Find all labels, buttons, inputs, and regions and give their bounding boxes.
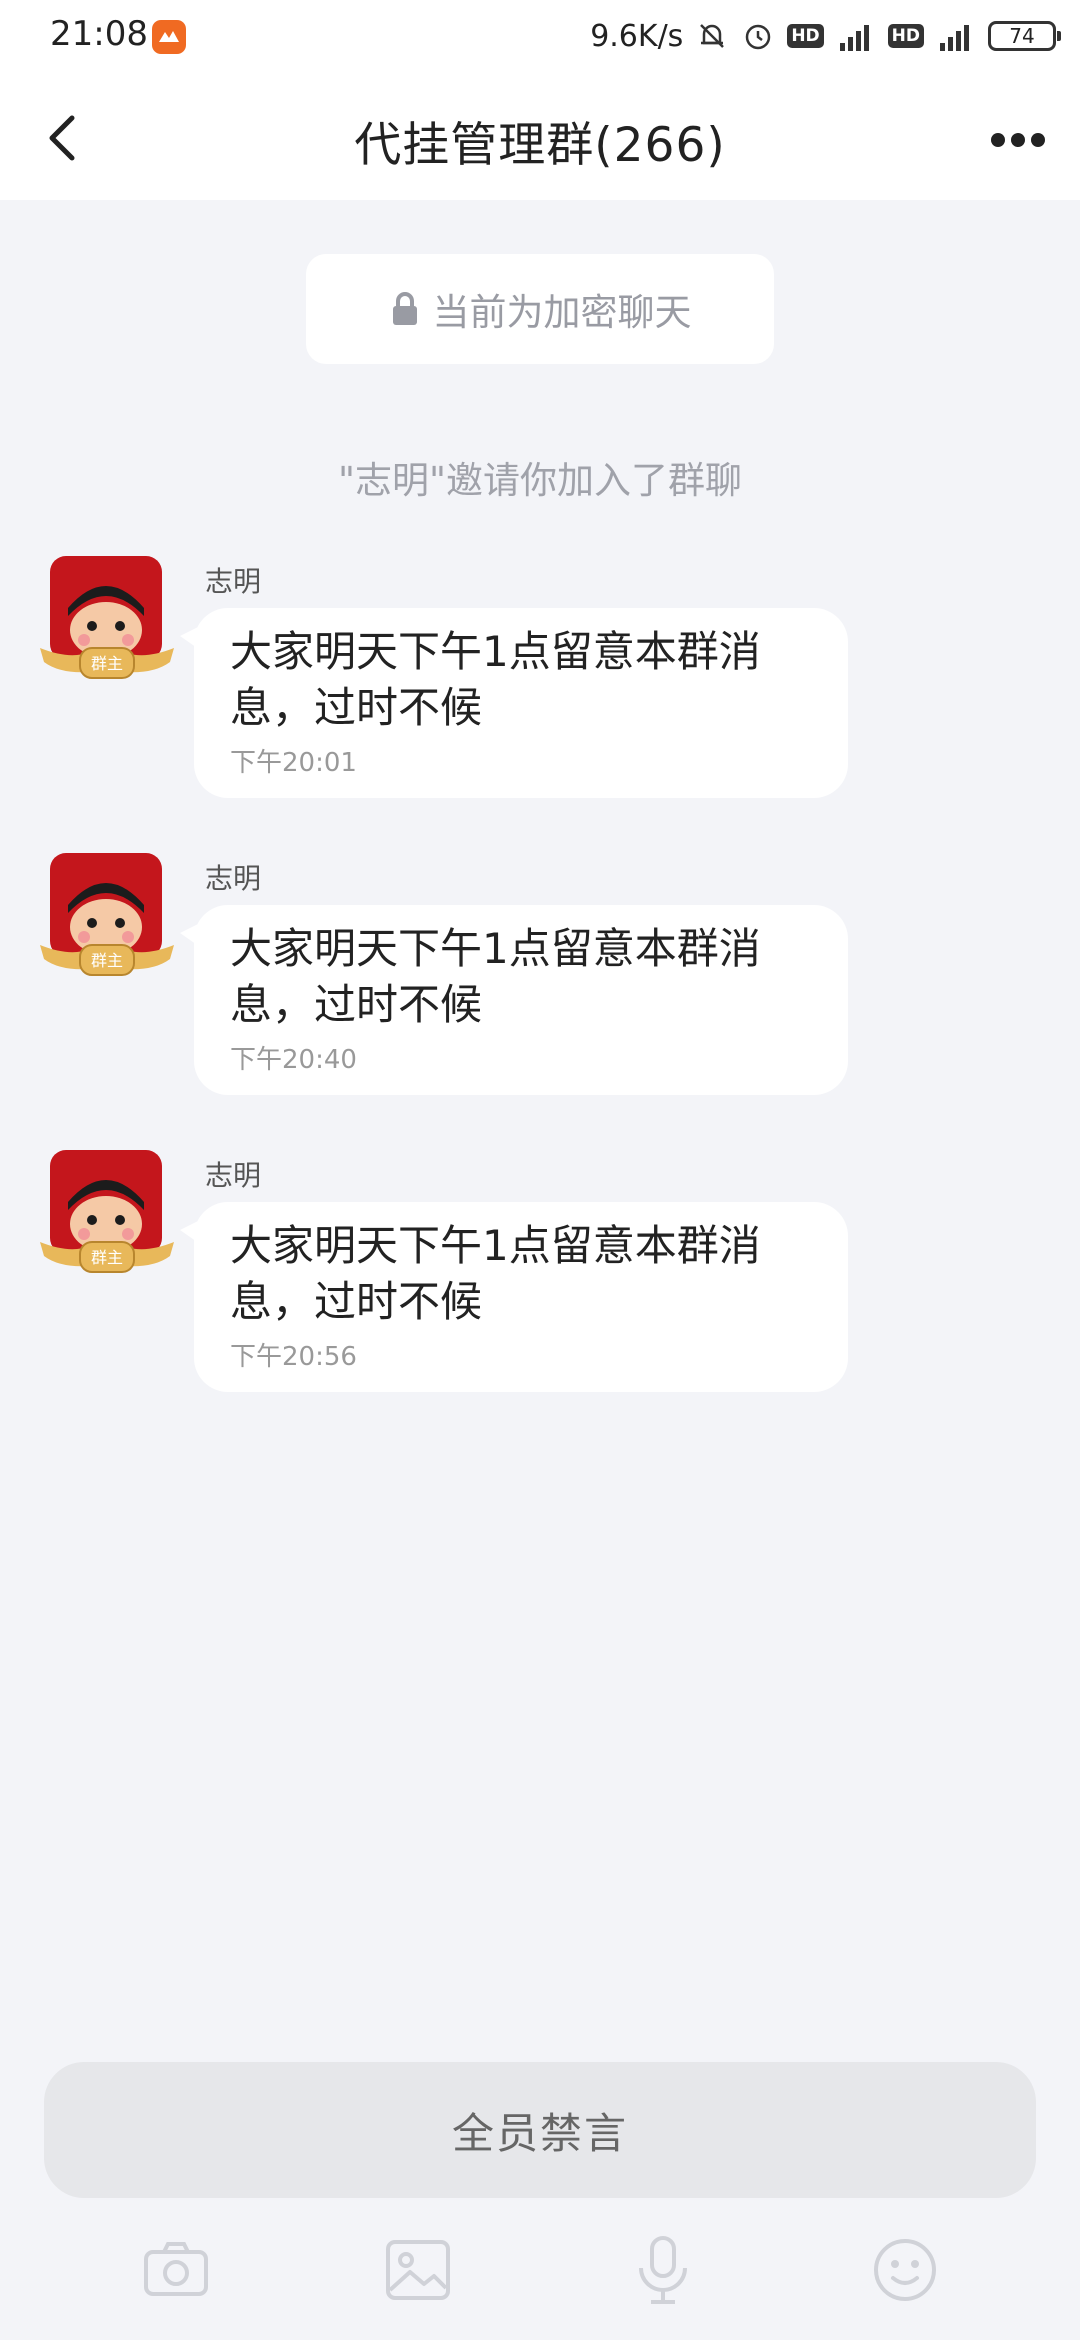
- avatar[interactable]: 群主: [40, 1150, 174, 1280]
- alarm-icon: [741, 19, 775, 53]
- owner-badge-text: 群主: [91, 951, 123, 970]
- voice-button[interactable]: [623, 2230, 703, 2310]
- message-time: 下午20:01: [230, 748, 357, 778]
- sender-name: 志明: [205, 1159, 262, 1192]
- hd-icon: HD: [787, 24, 824, 48]
- more-button[interactable]: [978, 110, 1058, 170]
- battery-icon: 74: [988, 21, 1061, 51]
- page-title: 代挂管理群(266): [354, 118, 726, 173]
- message-text: 大家明天下午1点留意本群消息，过时不候: [230, 627, 761, 732]
- sender-name: 志明: [205, 565, 262, 598]
- status-bar: 21:08 9.6K/s HD HD 74: [0, 0, 1080, 76]
- status-time: 21:08: [50, 14, 148, 54]
- image-button[interactable]: [378, 2230, 458, 2310]
- message-bubble[interactable]: 大家明天下午1点留意本群消息，过时不候 下午20:40: [180, 905, 848, 1095]
- owner-badge-text: 群主: [91, 1248, 123, 1267]
- chat-header: 代挂管理群(266): [0, 76, 1080, 200]
- encrypted-notice-text: 当前为加密聊天: [432, 291, 692, 334]
- emoji-icon: [874, 2239, 936, 2301]
- message-text: 大家明天下午1点留意本群消息，过时不候: [230, 924, 761, 1029]
- mute-bell-icon: [695, 19, 729, 53]
- message-time: 下午20:56: [230, 1342, 357, 1372]
- message-item: 群主 志明 大家明天下午1点留意本群消息，过时不候 下午20:01: [0, 556, 1080, 806]
- message-item: 群主 志明 大家明天下午1点留意本群消息，过时不候 下午20:56: [0, 1150, 1080, 1400]
- avatar[interactable]: 群主: [40, 556, 174, 686]
- app-notification-icon: [152, 20, 186, 54]
- emoji-button[interactable]: [865, 2230, 945, 2310]
- signal-icon: [836, 19, 876, 53]
- lock-icon: [389, 291, 421, 327]
- message-bubble[interactable]: 大家明天下午1点留意本群消息，过时不候 下午20:01: [180, 608, 848, 798]
- message-item: 群主 志明 大家明天下午1点留意本群消息，过时不候 下午20:40: [0, 853, 1080, 1103]
- message-time: 下午20:40: [230, 1045, 357, 1075]
- hd-icon-2: HD: [887, 24, 924, 48]
- microphone-icon: [639, 2236, 687, 2304]
- mute-all-text: 全员禁言: [451, 2108, 628, 2158]
- encrypted-chat-notice: 当前为加密聊天: [306, 254, 774, 364]
- camera-button[interactable]: [136, 2230, 216, 2310]
- avatar[interactable]: 群主: [40, 853, 174, 983]
- network-speed: 9.6K/s: [590, 18, 684, 54]
- message-text: 大家明天下午1点留意本群消息，过时不候: [230, 1221, 761, 1326]
- signal-icon-2: [936, 19, 976, 53]
- camera-icon: [144, 2242, 208, 2296]
- mute-all-bar: 全员禁言: [44, 2062, 1036, 2198]
- invite-notice: "志明"邀请你加入了群聊: [337, 459, 743, 502]
- image-icon: [386, 2240, 450, 2300]
- status-right: 9.6K/s HD HD 74: [590, 14, 1061, 58]
- more-dots-icon: [991, 133, 1045, 147]
- owner-badge-text: 群主: [91, 654, 123, 673]
- sender-name: 志明: [205, 862, 262, 895]
- message-bubble[interactable]: 大家明天下午1点留意本群消息，过时不候 下午20:56: [180, 1202, 848, 1392]
- input-toolbar: [0, 2230, 1080, 2320]
